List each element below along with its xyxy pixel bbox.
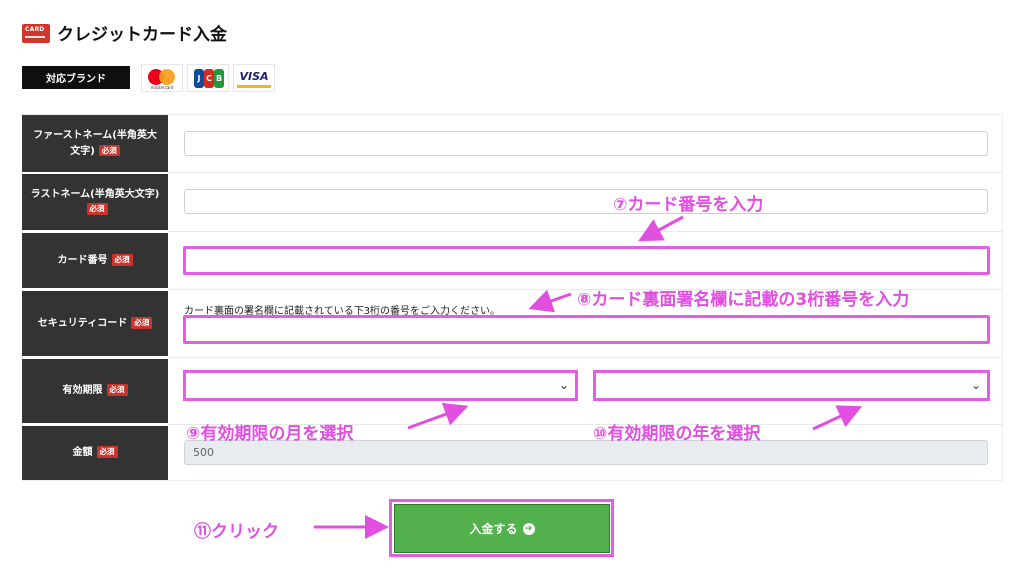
required-badge: 必須 (131, 316, 153, 329)
security-code-label: セキュリティコード 必須 (22, 291, 168, 356)
first-name-input[interactable] (184, 131, 988, 156)
card-number-label: カード番号 必須 (22, 233, 168, 288)
required-badge: 必須 (86, 203, 108, 215)
jcb-logo: J C B (187, 64, 229, 92)
last-name-label: ラストネーム(半角英大文字)必須 (22, 174, 168, 230)
required-badge: 必須 (98, 144, 120, 157)
visa-logo: VISA (233, 64, 275, 92)
deposit-submit-button[interactable]: 入金する ➜ (394, 504, 610, 553)
expiry-label: 有効期限 必須 (22, 359, 168, 423)
page-title: クレジットカード入金 (57, 25, 227, 45)
required-badge: 必須 (106, 384, 128, 397)
last-name-input[interactable] (184, 189, 988, 214)
card-number-input[interactable] (183, 246, 990, 275)
chevron-down-icon: ⌄ (970, 378, 981, 392)
annotation-step-8: ⑧カード裏面署名欄に記載の3桁番号を入力 (577, 290, 910, 310)
annotation-step-9: ⑨有効期限の月を選択 (186, 424, 354, 444)
required-badge: 必須 (111, 253, 133, 266)
annotation-step-10: ⑩有効期限の年を選択 (593, 424, 761, 444)
amount-label: 金額 必須 (22, 426, 168, 480)
chevron-down-icon: ⌄ (558, 378, 569, 392)
annotation-step-11: ⑪クリック (194, 522, 279, 542)
expiry-year-select[interactable]: ⌄ (593, 370, 990, 401)
credit-card-icon: CARD (22, 24, 50, 43)
annotation-step-7: ⑦カード番号を入力 (613, 195, 764, 215)
arrow-circle-right-icon: ➜ (522, 522, 535, 535)
first-name-label: ファーストネーム(半角英大文字) 必須 (22, 115, 168, 172)
supported-brands-label: 対応ブランド (22, 66, 130, 89)
security-code-input[interactable] (183, 315, 990, 344)
mastercard-logo: mastercard (141, 64, 183, 92)
required-badge: 必須 (96, 446, 118, 459)
expiry-month-select[interactable]: ⌄ (183, 370, 578, 401)
